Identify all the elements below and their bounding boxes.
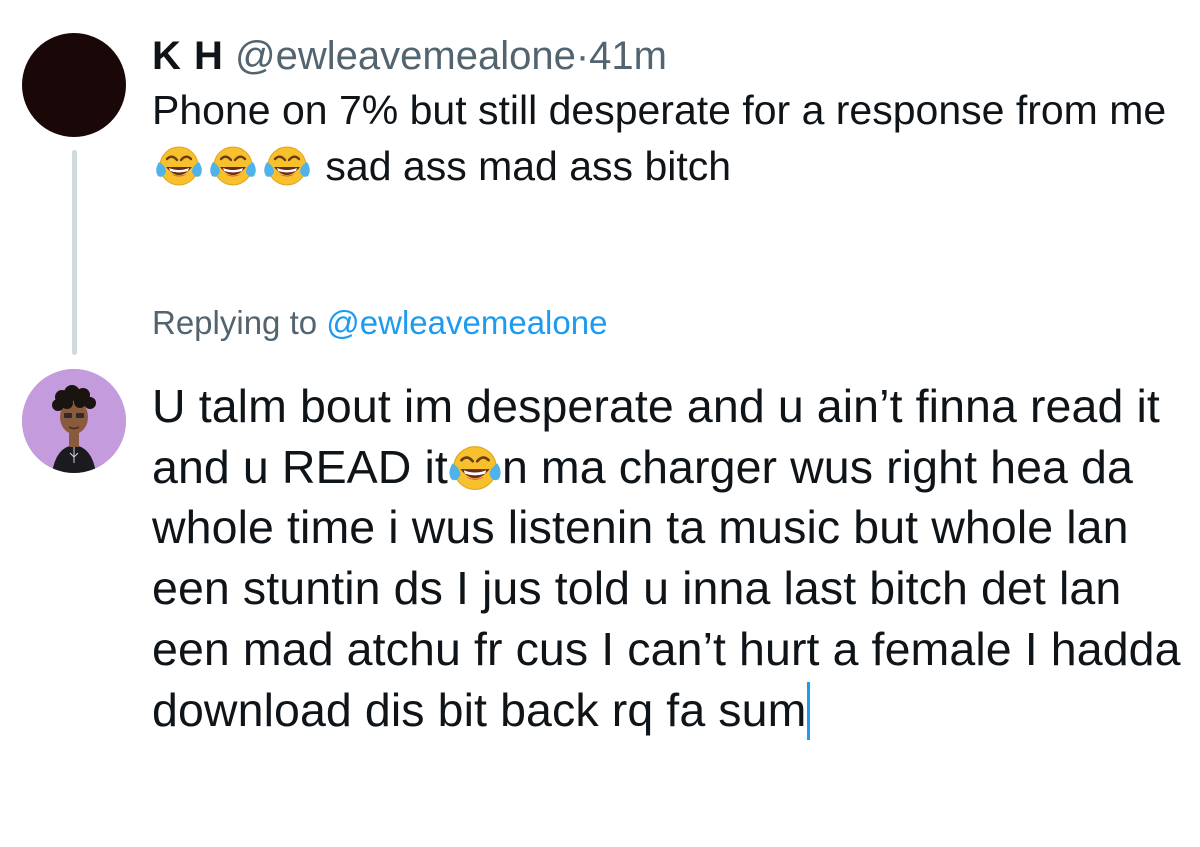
face-with-tears-of-joy-icon	[155, 144, 203, 188]
reply-compose-text[interactable]: U talm bout im desperate and u ain’t fin…	[152, 376, 1192, 740]
tweet-text-part2: sad ass mad ass bitch	[325, 143, 732, 189]
thread-connector-line	[72, 150, 77, 355]
user-handle[interactable]: @ewleavemealone	[235, 34, 576, 78]
face-with-tears-of-joy-icon	[263, 144, 311, 188]
face-with-tears-of-joy-icon	[448, 443, 502, 493]
tweet-thread: K H @ewleavemealone·41m Phone on 7% but …	[0, 0, 1200, 847]
tweet-timestamp[interactable]: 41m	[589, 34, 667, 78]
text-cursor	[807, 681, 811, 740]
face-with-tears-of-joy-icon	[209, 144, 257, 188]
tweet-header: K H @ewleavemealone·41m	[152, 30, 1172, 82]
tweet-text-part1: Phone on 7% but still desperate for a re…	[152, 87, 1167, 133]
separator-dot: ·	[575, 34, 590, 78]
cartoon-avatar-icon	[22, 369, 126, 473]
replying-to: Replying to @ewleavemealone	[152, 300, 607, 346]
replying-to-label: Replying to	[152, 304, 318, 341]
display-name[interactable]: K H	[152, 34, 224, 78]
avatar[interactable]	[22, 33, 126, 137]
tweet-text: Phone on 7% but still desperate for a re…	[152, 82, 1172, 194]
avatar[interactable]	[22, 369, 126, 473]
reply-mention-link[interactable]: @ewleavemealone	[326, 304, 607, 341]
original-tweet[interactable]: K H @ewleavemealone·41m Phone on 7% but …	[152, 30, 1172, 194]
